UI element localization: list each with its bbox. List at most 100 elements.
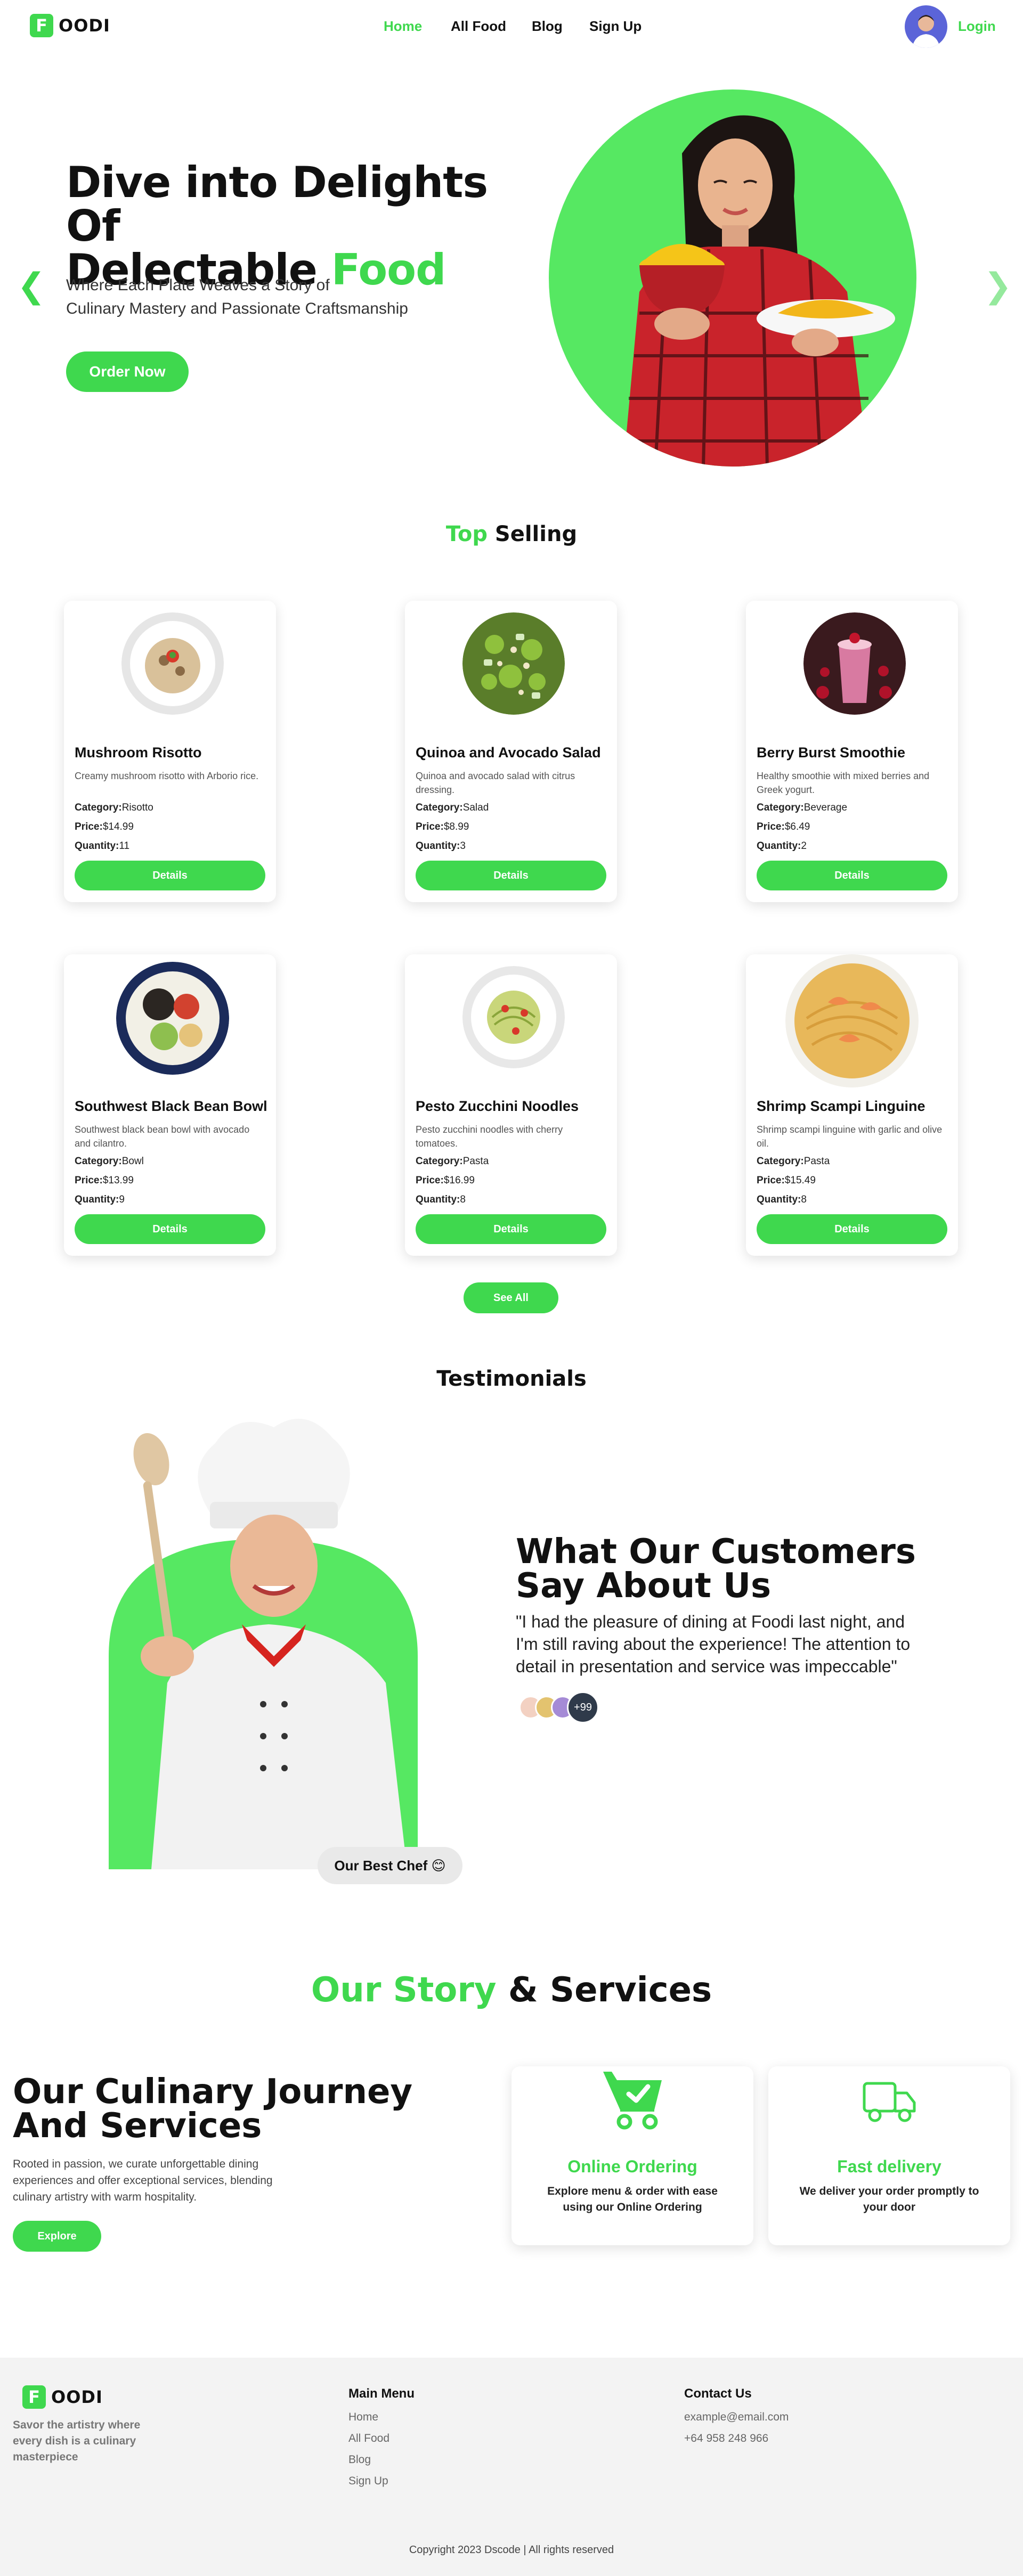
testimonials-title-line2: Say About Us <box>516 1566 772 1606</box>
food-description: Shrimp scampi linguine with garlic and o… <box>757 1124 943 1149</box>
cart-icon <box>599 2066 666 2133</box>
hero-prev-arrow[interactable]: ❮ <box>17 266 46 306</box>
chef-illustration <box>109 1419 418 1869</box>
footer-link-blog[interactable]: Blog <box>348 2454 371 2466</box>
food-quantity: Quantity:3 <box>416 840 466 852</box>
food-category: Category:Bowl <box>75 1156 144 1167</box>
food-price: Price:$16.99 <box>416 1175 475 1187</box>
price-label: Price: <box>757 1175 785 1186</box>
testimonials-section-title: Testimonials <box>436 1367 587 1391</box>
food-category: Category:Pasta <box>416 1156 489 1167</box>
category-label: Category: <box>757 1156 804 1167</box>
service-description: We deliver your order promptly to your d… <box>799 2185 979 2213</box>
logo[interactable]: F OODI <box>30 14 110 37</box>
footer-main-menu-title: Main Menu <box>348 2386 415 2401</box>
hero-next-arrow[interactable]: ❯ <box>984 266 1012 306</box>
nav-all-food[interactable]: All Food <box>451 18 506 35</box>
price-label: Price: <box>75 821 103 832</box>
copyright: Copyright 2023 Dscode | All rights reser… <box>409 2544 614 2556</box>
login-link[interactable]: Login <box>958 18 996 35</box>
hero-woman-illustration <box>623 115 895 467</box>
category-label: Category: <box>75 802 122 813</box>
food-quantity: Quantity:2 <box>757 840 807 852</box>
food-description: Southwest black bean bowl with avocado a… <box>75 1124 250 1149</box>
footer-link-sign-up[interactable]: Sign Up <box>348 2475 388 2488</box>
footer-tagline: Savor the artistry where every dish is a… <box>13 2419 141 2463</box>
price-label: Price: <box>416 1175 444 1186</box>
food-name: Mushroom Risotto <box>75 745 202 760</box>
story-title-line1: Our Culinary Journey <box>13 2072 413 2112</box>
category-label: Category: <box>416 1156 463 1167</box>
explore-button[interactable]: Explore <box>13 2221 101 2252</box>
footer-contact-title: Contact Us <box>684 2386 752 2401</box>
food-category: Category:Beverage <box>757 802 847 814</box>
food-quantity: Quantity:9 <box>75 1194 125 1206</box>
details-button[interactable]: Details <box>416 861 606 890</box>
details-button[interactable]: Details <box>757 861 947 890</box>
footer-logo[interactable]: F OODI <box>22 2385 103 2409</box>
price-label: Price: <box>75 1175 103 1186</box>
quantity-value: 3 <box>460 840 466 852</box>
user-avatar[interactable] <box>905 5 947 48</box>
details-button[interactable]: Details <box>757 1214 947 1244</box>
shrimp-linguine-image <box>785 954 919 1087</box>
hero-subtitle-line1: Where Each Plate Weaves a Story of <box>66 276 330 294</box>
footer-email[interactable]: example@email.com <box>684 2411 789 2424</box>
price-label: Price: <box>416 821 444 832</box>
category-value: Risotto <box>121 802 153 813</box>
truck-icon <box>861 2077 918 2125</box>
food-card: Berry Burst Smoothie Healthy smoothie wi… <box>746 601 958 902</box>
nav-sign-up[interactable]: Sign Up <box>589 18 642 35</box>
quantity-value: 9 <box>119 1194 125 1205</box>
chef-image <box>109 1406 460 1869</box>
footer-link-all-food[interactable]: All Food <box>348 2432 389 2445</box>
details-button[interactable]: Details <box>416 1214 606 1244</box>
food-card: Southwest Black Bean Bowl Southwest blac… <box>64 954 276 1256</box>
footer: F OODI Savor the artistry where every di… <box>0 2358 1023 2576</box>
food-quantity: Quantity:8 <box>757 1194 807 1206</box>
food-image <box>121 612 224 715</box>
food-card: Quinoa and Avocado Salad Quinoa and avoc… <box>405 601 617 902</box>
story-section-title-highlight: Our Story <box>311 1970 497 2010</box>
logo-mark: F <box>30 14 53 37</box>
category-value: Bowl <box>121 1156 144 1167</box>
details-button[interactable]: Details <box>75 861 265 890</box>
food-image <box>462 966 565 1068</box>
service-description: Explore menu & order with ease using our… <box>547 2185 718 2213</box>
category-label: Category: <box>757 802 804 813</box>
details-button[interactable]: Details <box>75 1214 265 1244</box>
risotto-image <box>121 612 224 715</box>
salad-image <box>462 612 565 715</box>
nav-home[interactable]: Home <box>384 18 422 35</box>
food-description: Quinoa and avocado salad with citrus dre… <box>416 771 575 795</box>
hero-title: Dive into Delights Of Delectable Food <box>66 161 546 292</box>
category-value: Pasta <box>462 1156 489 1167</box>
footer-phone: +64 958 248 966 <box>684 2432 769 2444</box>
more-customers-badge: +99 <box>567 1691 599 1723</box>
hero-title-line1: Dive into Delights Of <box>66 158 488 251</box>
hero-subtitle-line2: Culinary Mastery and Passionate Craftsma… <box>66 300 408 317</box>
food-card: Mushroom Risotto Creamy mushroom risotto… <box>64 601 276 902</box>
smoothie-image <box>803 612 906 715</box>
nav-blog[interactable]: Blog <box>532 18 563 35</box>
footer-link-home[interactable]: Home <box>348 2411 378 2424</box>
testimonial-quote: "I had the pleasure of dining at Foodi l… <box>516 1612 911 1676</box>
price-value: $8.99 <box>443 821 469 832</box>
food-name: Quinoa and Avocado Salad <box>416 745 601 760</box>
top-selling-title: Top Selling <box>0 522 1023 546</box>
food-category: Category:Salad <box>416 802 489 814</box>
see-all-button[interactable]: See All <box>464 1282 558 1313</box>
order-now-button[interactable]: Order Now <box>66 351 189 392</box>
quantity-label: Quantity: <box>757 1194 801 1205</box>
food-name: Shrimp Scampi Linguine <box>757 1098 925 1114</box>
footer-logo-text: OODI <box>51 2387 103 2407</box>
quantity-label: Quantity: <box>416 1194 460 1205</box>
price-value: $16.99 <box>443 1175 475 1186</box>
bean-bowl-image <box>116 962 229 1075</box>
service-title: Online Ordering <box>567 2157 697 2176</box>
food-price: Price:$13.99 <box>75 1175 134 1187</box>
food-price: Price:$14.99 <box>75 821 134 833</box>
category-value: Pasta <box>803 1156 830 1167</box>
footer-logo-mark: F <box>22 2385 46 2409</box>
price-value: $15.49 <box>784 1175 816 1186</box>
